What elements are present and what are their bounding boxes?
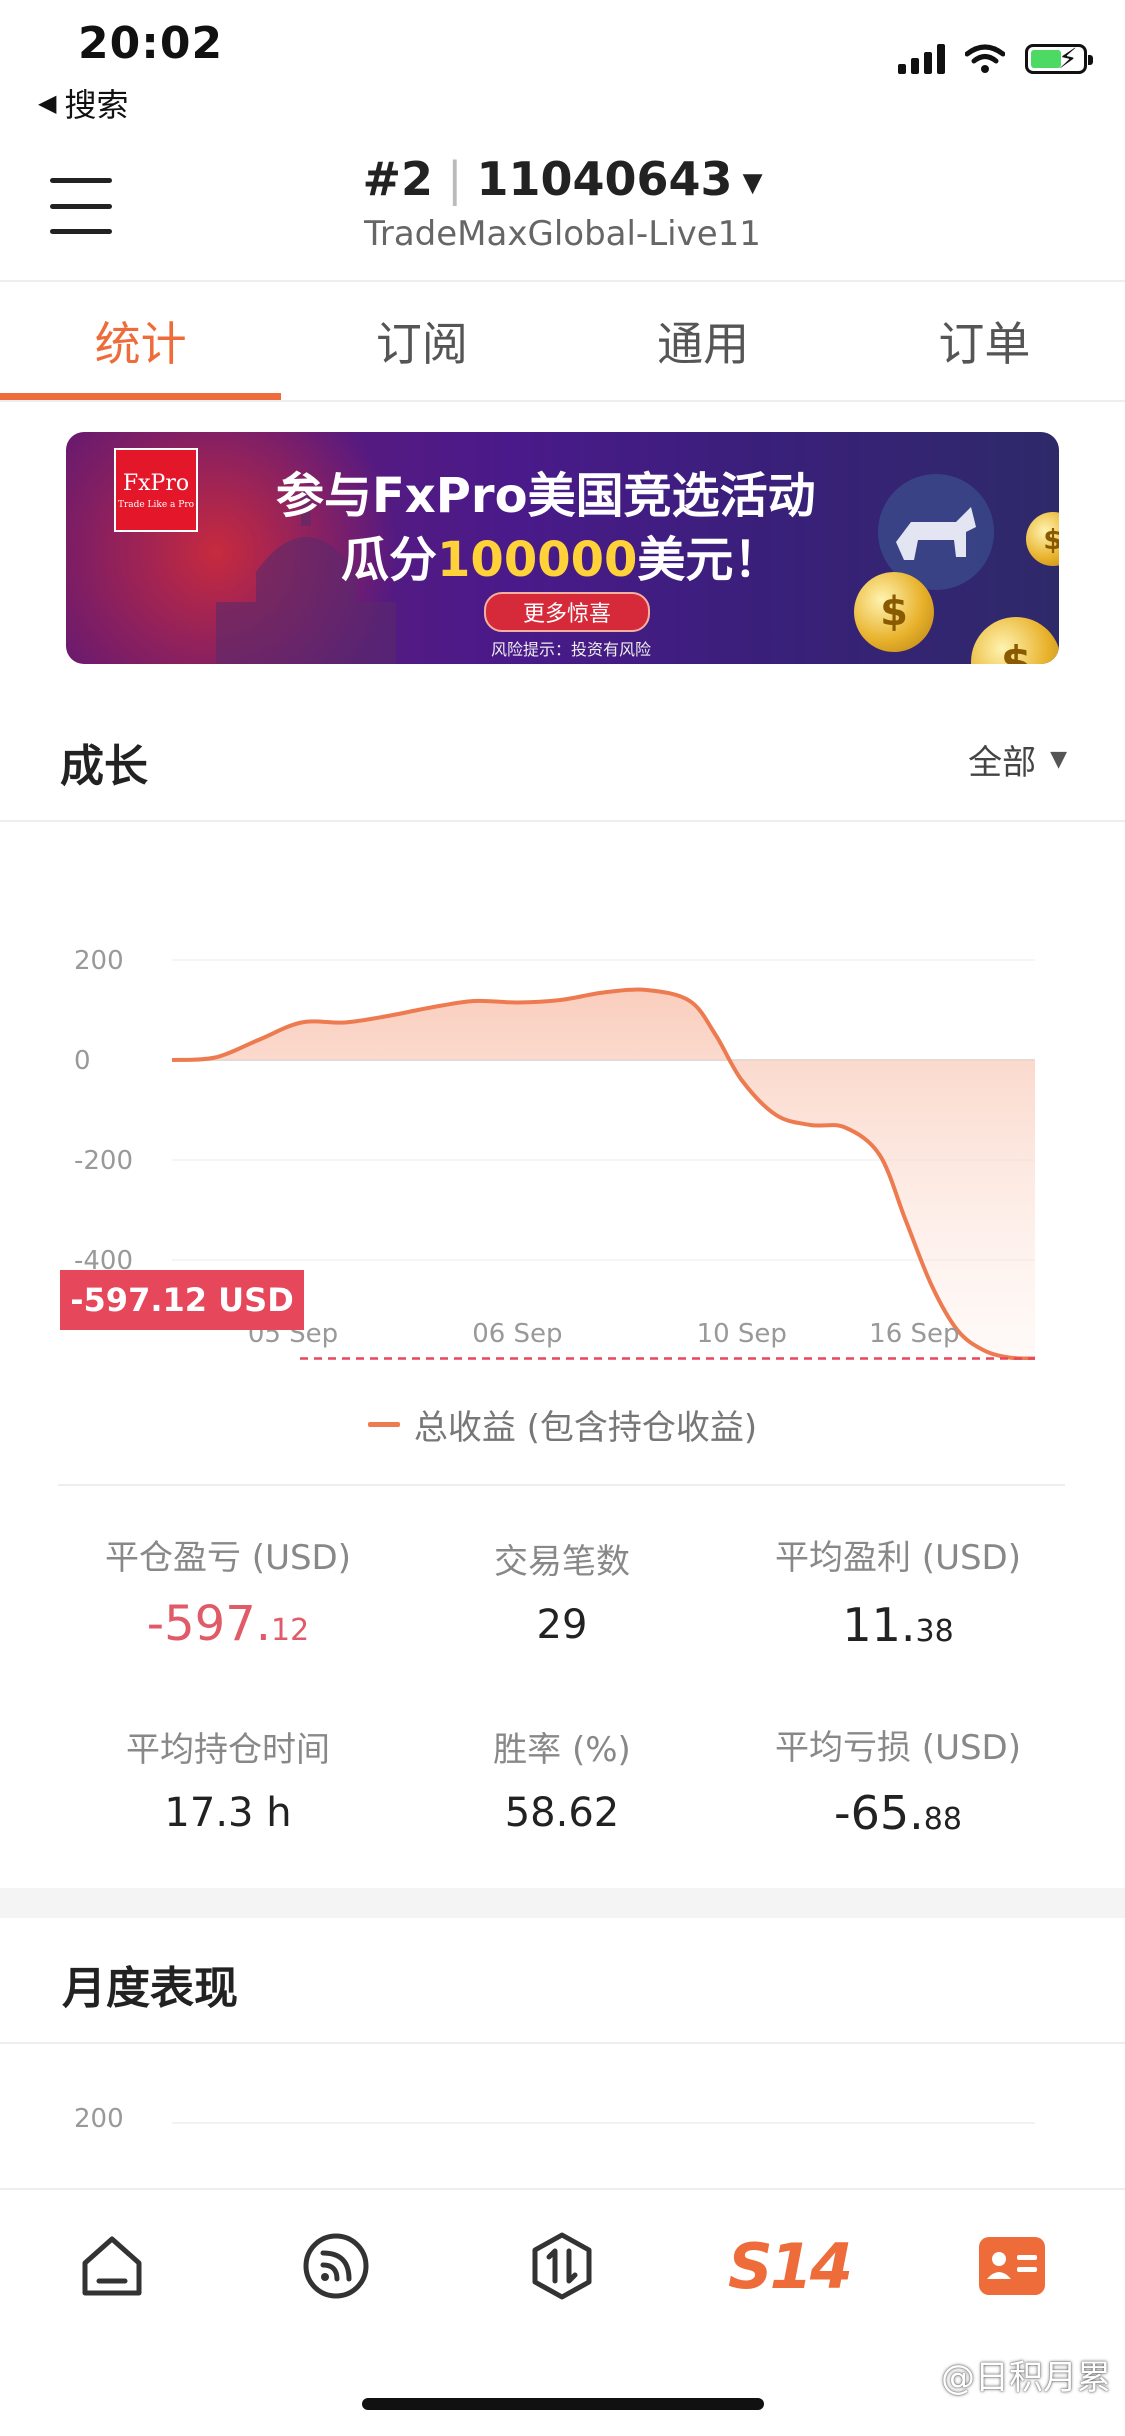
- banner-more-button[interactable]: 更多惊喜: [484, 592, 650, 632]
- growth-title: 成长: [60, 741, 148, 792]
- gold-coin-icon: $: [854, 572, 934, 652]
- range-dropdown[interactable]: 全部 ▼: [968, 735, 1067, 784]
- tab-subscribe[interactable]: 订阅: [281, 282, 562, 400]
- nav-home[interactable]: [72, 2226, 152, 2306]
- tab-general[interactable]: 通用: [563, 282, 844, 400]
- chart-x-tick: 06 Sep: [472, 1319, 562, 1349]
- caret-down-icon: ▼: [1050, 747, 1067, 772]
- nav-s14[interactable]: S14: [728, 2226, 853, 2306]
- wifi-icon: [965, 44, 1005, 73]
- promo-banner[interactable]: FxPro Trade Like a Pro 参与FxPro美国竞选活动 瓜分1…: [66, 432, 1059, 664]
- banner-prefix: 瓜分: [341, 532, 438, 588]
- nav-profile[interactable]: [972, 2226, 1052, 2306]
- home-indicator: [362, 2398, 764, 2410]
- trade-icon: [532, 2232, 592, 2300]
- tabs-divider: [0, 400, 1125, 402]
- monthly-gridline: [172, 2122, 1035, 2124]
- monthly-y-tick: 200: [74, 2104, 124, 2134]
- nav-trade[interactable]: [522, 2226, 602, 2306]
- legend-swatch: [367, 1422, 400, 1427]
- tab-bar: 统计 订阅 通用 订单: [0, 282, 1125, 400]
- chart-y-tick: 0: [74, 1046, 91, 1076]
- watermark: @日积月累: [941, 2358, 1111, 2398]
- home-icon: [82, 2236, 142, 2296]
- stat-label: 平仓盈亏 (USD): [105, 1538, 351, 1578]
- bottom-nav: S14: [0, 2188, 1125, 2350]
- back-to-search-link[interactable]: ◀ 搜索: [38, 80, 128, 126]
- monthly-title: 月度表现: [62, 1963, 238, 2014]
- fxpro-logo-sub: Trade Like a Pro: [117, 499, 195, 510]
- banner-suffix: 美元！: [637, 532, 782, 588]
- stat-value: 58.62: [504, 1790, 620, 1836]
- chart-y-tick: 200: [74, 946, 124, 976]
- banner-amount: 100000: [437, 532, 638, 588]
- section-separator: [0, 1888, 1125, 1918]
- stat-dec: 88: [923, 1802, 962, 1837]
- legend-label: 总收益 (包含持仓收益): [413, 1408, 758, 1448]
- gold-coin-icon: $: [1026, 512, 1059, 566]
- stat-dec: 12: [271, 1613, 310, 1648]
- back-label: 搜索: [64, 86, 129, 124]
- back-triangle-icon: ◀: [38, 89, 57, 117]
- monthly-divider: [0, 2042, 1125, 2044]
- status-icons: ⚡: [898, 43, 1093, 75]
- stat-value: 11.38: [728, 1598, 1068, 1652]
- range-value: 全部: [968, 743, 1037, 783]
- nav-signals[interactable]: [296, 2226, 376, 2306]
- signal-feed-icon: [303, 2233, 369, 2299]
- growth-divider: [0, 820, 1125, 822]
- gold-coin-icon: $: [971, 617, 1059, 664]
- profile-card-icon: [979, 2237, 1045, 2295]
- final-value-tag: -597.12 USD: [60, 1270, 304, 1330]
- s14-logo-icon: S14: [728, 2229, 853, 2303]
- fxpro-logo: FxPro Trade Like a Pro: [114, 448, 198, 532]
- account-id: 11040643: [476, 152, 733, 206]
- caret-down-icon: ▼: [742, 167, 763, 198]
- stat-label: 平均持仓时间: [126, 1730, 330, 1770]
- tab-orders[interactable]: 订单: [844, 282, 1125, 400]
- battery-icon: ⚡: [1025, 43, 1093, 75]
- cellular-signal-icon: [898, 44, 945, 74]
- stat-dec: 38: [915, 1614, 954, 1649]
- legend-divider: [58, 1484, 1065, 1486]
- stat-value: 29: [536, 1602, 588, 1648]
- server-name: TradeMaxGlobal-Live11: [364, 214, 761, 254]
- status-time: 20:02: [78, 18, 224, 69]
- stat-label: 平均盈利 (USD): [775, 1538, 1021, 1578]
- stat-label: 胜率 (%): [493, 1730, 631, 1770]
- stat-int: -65.: [834, 1786, 924, 1840]
- stat-value: 17.3 h: [164, 1790, 292, 1836]
- account-prefix: #2: [362, 152, 433, 206]
- stat-label: 交易笔数: [494, 1542, 630, 1582]
- stat-value: -65.88: [728, 1786, 1068, 1840]
- chart-x-tick: 10 Sep: [697, 1319, 787, 1349]
- chart-y-tick: -200: [74, 1146, 133, 1176]
- fxpro-logo-text: FxPro: [122, 470, 190, 496]
- tab-statistics[interactable]: 统计: [0, 282, 282, 400]
- stat-int: 11.: [842, 1598, 916, 1652]
- banner-headline: 参与FxPro美国竞选活动: [276, 468, 816, 524]
- banner-subheadline: 瓜分100000美元！: [341, 520, 781, 590]
- chart-legend: 总收益 (包含持仓收益): [0, 1400, 1125, 1449]
- stat-value: -597.12: [58, 1596, 398, 1652]
- stat-int: -597.: [146, 1596, 271, 1652]
- account-selector[interactable]: #2 | 11040643 ▼: [0, 152, 1125, 206]
- stat-label: 平均亏损 (USD): [775, 1728, 1021, 1768]
- chart-x-tick: 16 Sep: [869, 1319, 959, 1349]
- banner-risk-note: 风险提示：投资有风险: [491, 640, 652, 659]
